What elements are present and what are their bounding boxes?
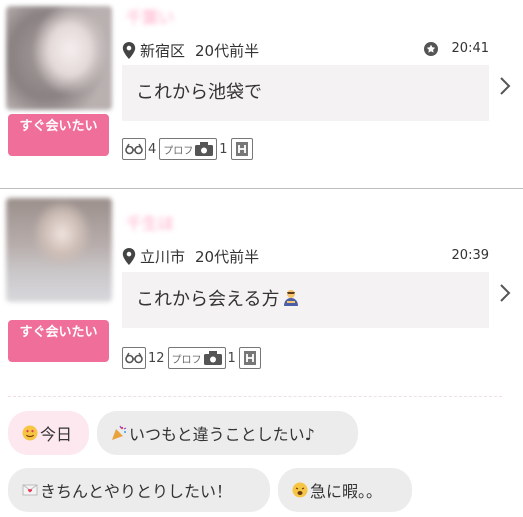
- hotel-icon: [230, 138, 253, 160]
- user-name: 千生ほ: [126, 214, 175, 233]
- tag-different[interactable]: いつもと違うことしたい♪: [97, 411, 358, 455]
- post-divider: [0, 188, 523, 189]
- post-stats: 12 プロフ 1: [122, 347, 261, 369]
- tag-label: 今日: [40, 425, 73, 444]
- post-time: 20:41: [423, 41, 489, 56]
- time-label: 20:39: [451, 248, 489, 263]
- post-meta: 立川市 20代前半: [122, 246, 259, 267]
- profile-photo[interactable]: [6, 198, 112, 302]
- user-name: 千葉い: [126, 8, 175, 27]
- location-pin-icon: [122, 248, 136, 265]
- message-text: これから会える方: [136, 289, 280, 310]
- age-label: 20代前半: [195, 42, 260, 60]
- tag-bored[interactable]: 急に暇。。: [278, 468, 412, 512]
- want-to-meet-badge: すぐ会いたい: [8, 114, 109, 156]
- prof-label: プロフ: [171, 354, 202, 366]
- camera-icon: [195, 142, 214, 156]
- profile-photo-indicator: プロフ: [159, 138, 218, 160]
- footprints-icon: [122, 138, 146, 160]
- post-message[interactable]: これから会える方: [122, 272, 489, 328]
- post-meta: 新宿区 20代前半: [122, 40, 259, 61]
- bowing-person-icon: [284, 290, 299, 306]
- post-message[interactable]: これから池袋で: [122, 65, 489, 121]
- tag-label: きちんとやりとりしたい！: [40, 482, 233, 501]
- smiling-face-hearts-icon: [22, 425, 38, 441]
- tag-properly[interactable]: きちんとやりとりしたい！: [8, 468, 270, 512]
- location-pin-icon: [122, 42, 136, 59]
- profile-photo[interactable]: [6, 6, 112, 110]
- area-label: 新宿区: [140, 42, 186, 60]
- age-label: 20代前半: [195, 248, 260, 266]
- prof-label: プロフ: [163, 145, 194, 157]
- chevron-right-icon[interactable]: [499, 76, 511, 96]
- camera-icon: [203, 351, 222, 365]
- footprints-icon: [122, 347, 146, 369]
- hotel-icon: [238, 347, 261, 369]
- post-card[interactable]: すぐ会いたい 千葉い 新宿区 20代前半 20:41 これから池袋で 4 プロフ…: [0, 0, 523, 188]
- star-badge-icon: [423, 41, 438, 56]
- photo-count: 1: [219, 141, 228, 157]
- love-letter-icon: [22, 484, 38, 496]
- post-stats: 4 プロフ 1: [122, 138, 253, 160]
- area-label: 立川市: [140, 248, 186, 266]
- chevron-right-icon[interactable]: [499, 283, 511, 303]
- post-card[interactable]: すぐ会いたい 千生ほ 立川市 20代前半 20:39 これから会える方 12 プ…: [0, 190, 523, 380]
- post-time: 20:39: [452, 248, 489, 263]
- profile-photo-indicator: プロフ: [167, 347, 226, 369]
- footprints-count: 4: [148, 141, 157, 157]
- footprints-count: 12: [148, 350, 165, 366]
- tag-label: 急に暇。。: [310, 482, 383, 501]
- tag-label: いつもと違うことしたい♪: [129, 425, 315, 444]
- photo-count: 1: [227, 350, 236, 366]
- tag-today[interactable]: 今日: [8, 411, 89, 455]
- tags-divider: [8, 396, 502, 397]
- party-popper-icon: [112, 425, 127, 440]
- weary-face-icon: [292, 482, 308, 498]
- want-to-meet-badge: すぐ会いたい: [8, 320, 109, 362]
- time-label: 20:41: [451, 41, 489, 56]
